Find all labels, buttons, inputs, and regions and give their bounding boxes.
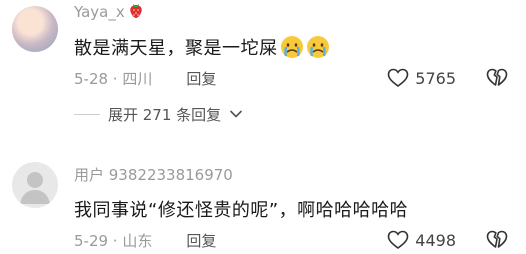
chevron-down-icon: [230, 110, 243, 118]
broken-heart-icon: [486, 68, 508, 86]
username-text[interactable]: Yaya_x: [74, 3, 125, 21]
avatar[interactable]: [12, 6, 58, 52]
date-location: 5-28 · 四川: [74, 70, 153, 88]
comment-username[interactable]: Yaya_x: [74, 2, 144, 23]
expand-replies-label: 展开 271 条回复: [108, 105, 222, 124]
comment-text: 我同事说“修还怪贵的呢”，啊哈哈哈哈哈: [74, 196, 408, 222]
reply-button[interactable]: 回复: [186, 68, 216, 89]
comment-item: 用户 9382233816970 我同事说“修还怪贵的呢”，啊哈哈哈哈哈 5-2…: [0, 160, 526, 251]
heart-icon: [387, 230, 409, 249]
crying-face-icon: [306, 35, 330, 64]
dislike-button[interactable]: [486, 230, 508, 254]
reply-button[interactable]: 回复: [186, 230, 216, 251]
avatar[interactable]: [12, 162, 58, 208]
username-text[interactable]: 用户 9382233816970: [74, 166, 233, 184]
like-count: 4498: [415, 230, 456, 250]
broken-heart-icon: [486, 230, 508, 248]
like-button[interactable]: 4498: [387, 230, 456, 250]
like-count: 5765: [415, 68, 456, 88]
default-user-icon: [20, 172, 50, 204]
crying-face-icon: [280, 35, 304, 64]
strawberry-icon: [128, 2, 144, 23]
comment-username[interactable]: 用户 9382233816970: [74, 164, 233, 185]
comment-item: Yaya_x 散是满天星，聚是一坨屎 5-28 · 四川 回复 5765: [0, 0, 526, 92]
expand-replies-button[interactable]: 展开 271 条回复: [74, 102, 243, 126]
date-location: 5-29 · 山东: [74, 232, 153, 250]
dislike-button[interactable]: [486, 68, 508, 92]
comment-meta: 5-29 · 山东 回复: [74, 230, 216, 251]
like-button[interactable]: 5765: [387, 68, 456, 88]
heart-icon: [387, 68, 409, 87]
comment-meta: 5-28 · 四川 回复: [74, 68, 216, 89]
comment-text-body: 我同事说“修还怪贵的呢”，啊哈哈哈哈哈: [74, 200, 409, 221]
divider-line: [74, 113, 100, 115]
comment-text-body: 散是满天星，聚是一坨屎: [74, 38, 278, 59]
comment-text: 散是满天星，聚是一坨屎: [74, 34, 330, 64]
